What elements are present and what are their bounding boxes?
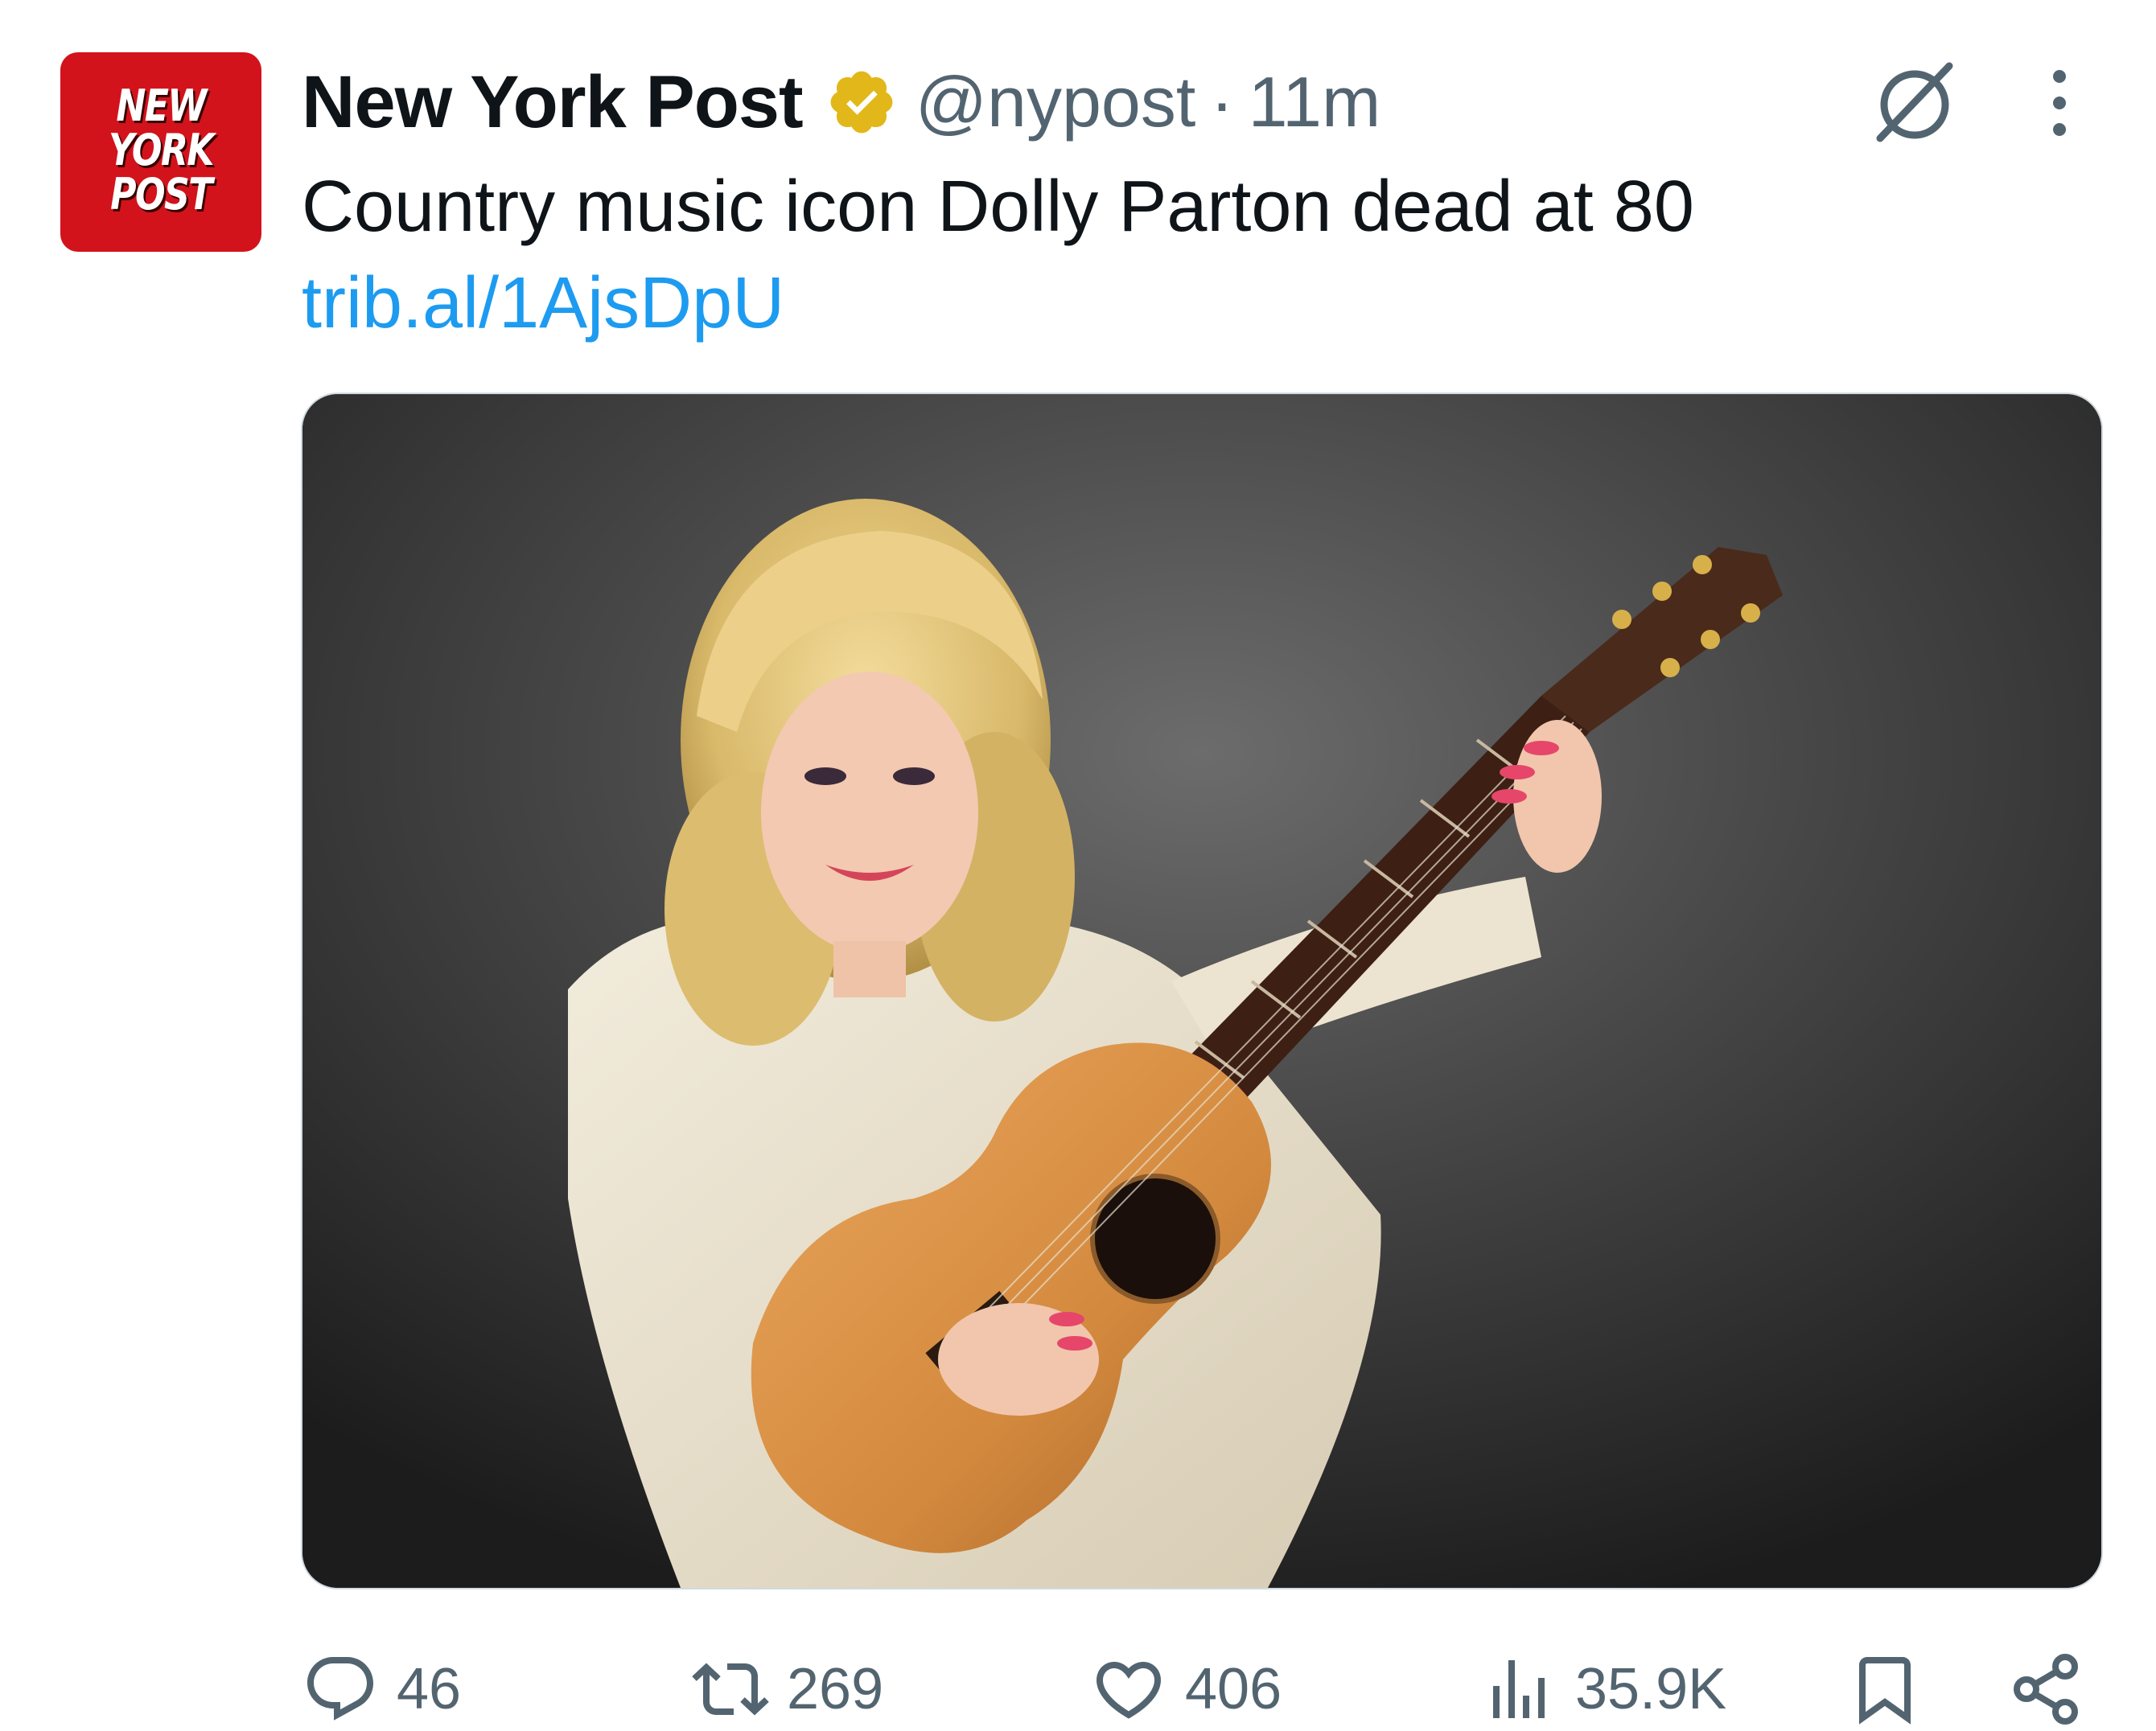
views-count: 35.9K — [1575, 1657, 1727, 1721]
verified-badge-icon[interactable] — [825, 66, 898, 138]
share-icon — [2014, 1654, 2078, 1725]
timestamp[interactable]: 11m — [1249, 61, 1381, 143]
tweet[interactable]: NEW YORK POST New York Post @nypost · 11… — [0, 0, 2156, 1731]
avatar[interactable]: NEW YORK POST — [60, 52, 261, 252]
display-name[interactable]: New York Post — [302, 60, 804, 145]
like-count: 406 — [1185, 1657, 1282, 1721]
handle[interactable]: @nypost — [915, 61, 1196, 143]
heart-icon — [1096, 1662, 1162, 1719]
tweet-link[interactable]: trib.al/1AjsDpU — [302, 257, 784, 350]
like-button[interactable]: 406 — [1090, 1649, 1282, 1729]
tweet-header: New York Post @nypost · 11m — [302, 50, 1380, 154]
photo-woman-with-guitar-icon — [302, 394, 2101, 1588]
avatar-logo-text: NEW — [116, 80, 207, 131]
tweet-media-photo[interactable] — [301, 393, 2103, 1589]
share-button[interactable] — [2007, 1649, 2084, 1729]
views-icon — [1493, 1660, 1545, 1718]
reply-icon — [307, 1657, 374, 1721]
bookmark-button[interactable] — [1846, 1649, 1924, 1729]
reply-button[interactable]: 46 — [302, 1649, 461, 1729]
repost-count: 269 — [787, 1657, 884, 1721]
views-button[interactable]: 35.9K — [1480, 1649, 1726, 1729]
avatar-logo-text: POST — [110, 169, 212, 220]
avatar-logo-text: YORK — [109, 125, 215, 175]
reply-count: 46 — [397, 1657, 462, 1721]
more-options-icon[interactable] — [2043, 64, 2076, 145]
repost-button[interactable]: 269 — [692, 1649, 883, 1729]
separator-dot: · — [1210, 62, 1234, 142]
repost-icon — [692, 1663, 769, 1716]
bookmark-icon — [1859, 1657, 1911, 1725]
tweet-text: Country music icon Dolly Parton dead at … — [302, 167, 1694, 247]
grok-icon[interactable] — [1870, 58, 1959, 146]
action-bar: 46 269 406 35.9K — [0, 1649, 2156, 1729]
